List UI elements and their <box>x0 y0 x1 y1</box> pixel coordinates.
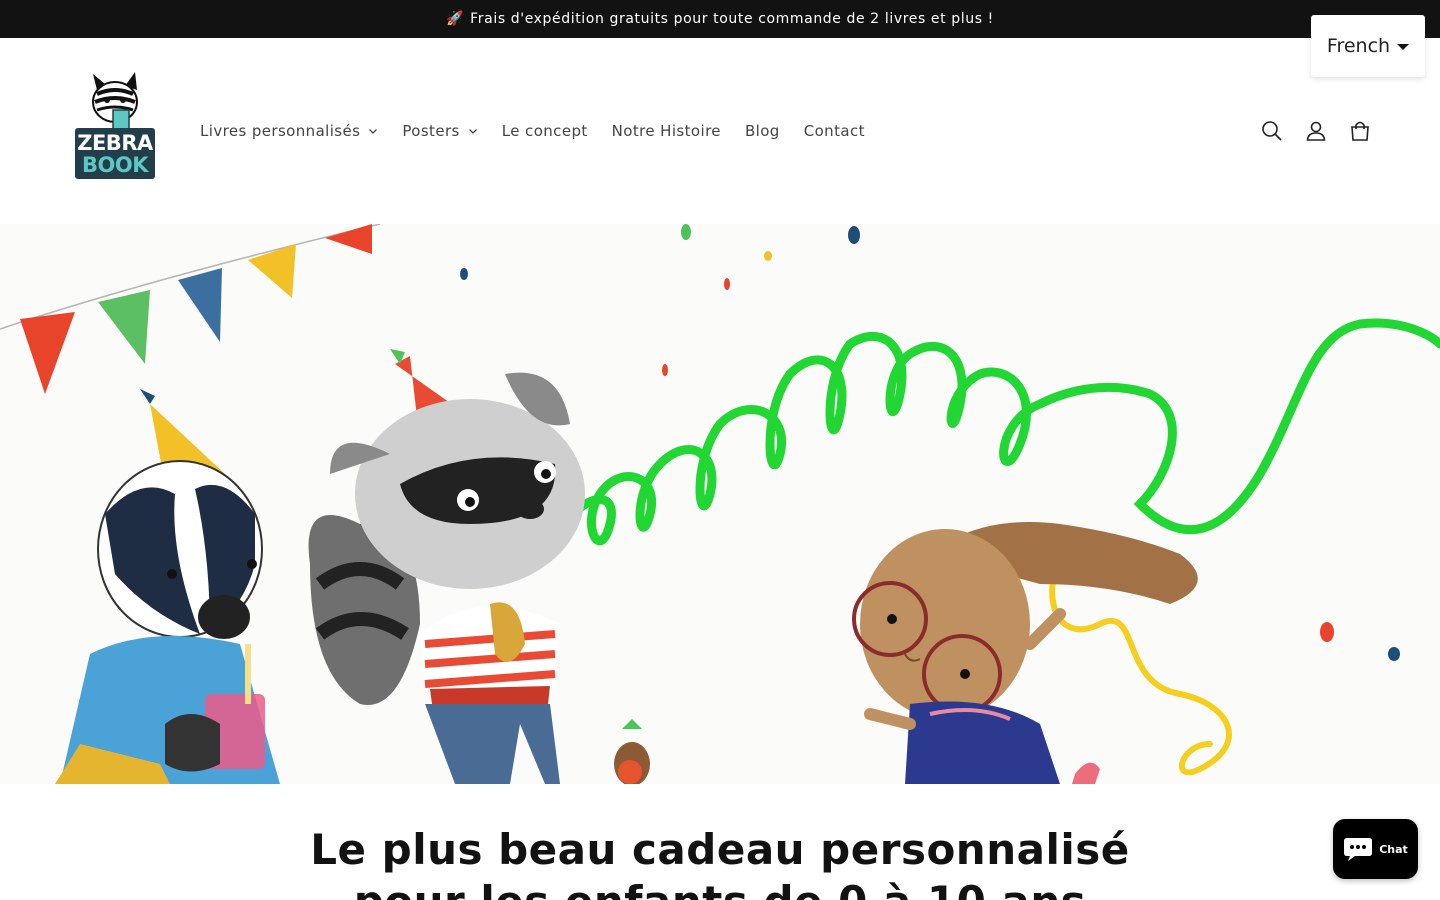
nav-item-contact[interactable]: Contact <box>804 122 865 140</box>
nav-item-le-concept[interactable]: Le concept <box>502 122 588 140</box>
chat-label: Chat <box>1379 842 1408 856</box>
announcement-bar: 🚀 Frais d'expédition gratuits pour toute… <box>0 0 1440 38</box>
logo-line2: BOOK <box>82 152 148 177</box>
cart-icon <box>1351 121 1369 141</box>
search-button[interactable] <box>1258 117 1286 145</box>
logo-wordmark: ZEBRA BOOK <box>75 128 155 179</box>
nav-item-blog[interactable]: Blog <box>745 122 780 140</box>
nav-item-label: Posters <box>402 122 460 140</box>
zebra-head-icon <box>92 72 138 131</box>
main-nav: Livres personnalisés Posters Le concept … <box>200 119 889 143</box>
nav-item-label: Livres personnalisés <box>200 122 361 140</box>
headline-line1: Le plus beau cadeau personnalisé <box>310 825 1130 874</box>
nav-item-notre-histoire[interactable]: Notre Histoire <box>612 122 721 140</box>
site-header: ZEBRA BOOK Livres personnalisés Posters … <box>0 38 1440 224</box>
search-icon <box>1262 121 1282 141</box>
account-button[interactable] <box>1302 117 1330 145</box>
chat-bubble-icon <box>1344 838 1373 861</box>
cart-button[interactable] <box>1346 117 1374 145</box>
hero-banner <box>0 224 1440 784</box>
nav-item-label: Blog <box>744 122 780 140</box>
rocket-icon: 🚀 <box>446 11 465 27</box>
party-animals-illustration <box>0 224 1440 784</box>
nav-item-posters[interactable]: Posters <box>402 122 477 140</box>
hero-headline: Le plus beau cadeau personnalisé pour le… <box>0 824 1440 900</box>
nav-item-label: Contact <box>803 122 865 140</box>
logo[interactable]: ZEBRA BOOK <box>73 72 157 180</box>
logo-line1: ZEBRA <box>77 130 153 155</box>
account-icon <box>1306 121 1326 141</box>
chat-button[interactable]: Chat <box>1333 819 1418 879</box>
chevron-down-icon <box>468 129 477 134</box>
headline-line2: pour les enfants de 0 à 10 ans <box>354 877 1087 900</box>
chevron-down-icon <box>369 129 378 134</box>
header-icons <box>1258 117 1390 145</box>
nav-item-label: Le concept <box>501 122 588 140</box>
announcement-text: Frais d'expédition gratuits pour toute c… <box>470 11 994 27</box>
nav-item-livres-personnalises[interactable]: Livres personnalisés <box>200 122 378 140</box>
nav-item-label: Notre Histoire <box>611 122 721 140</box>
